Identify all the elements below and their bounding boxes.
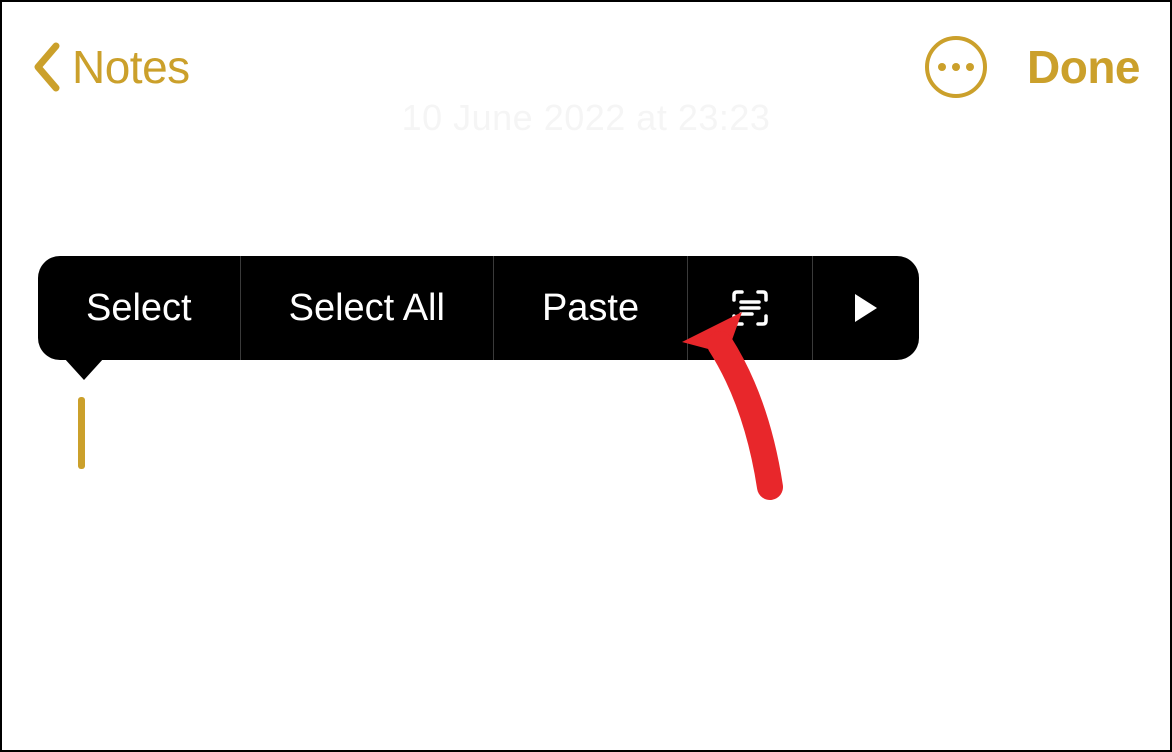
ellipsis-icon [966, 63, 974, 71]
text-cursor [78, 397, 85, 469]
ellipsis-icon [938, 63, 946, 71]
ellipsis-icon [952, 63, 960, 71]
context-menu: Select Select All Paste [38, 256, 919, 360]
more-menu-item[interactable] [813, 256, 919, 360]
more-options-button[interactable] [925, 36, 987, 98]
back-label: Notes [72, 40, 190, 94]
paste-menu-item[interactable]: Paste [494, 256, 688, 360]
header-right: Done [925, 36, 1140, 98]
header-bar: Notes Done [2, 2, 1170, 102]
chevron-left-icon [32, 42, 60, 92]
select-menu-item[interactable]: Select [38, 256, 241, 360]
select-all-menu-item[interactable]: Select All [241, 256, 494, 360]
scan-text-icon [730, 288, 770, 328]
chevron-right-icon [855, 294, 877, 322]
done-button[interactable]: Done [1027, 40, 1140, 94]
note-timestamp: 10 June 2022 at 23:23 [402, 97, 771, 139]
scan-text-menu-item[interactable] [688, 256, 813, 360]
context-menu-tail [64, 358, 104, 380]
back-button[interactable]: Notes [32, 40, 190, 94]
